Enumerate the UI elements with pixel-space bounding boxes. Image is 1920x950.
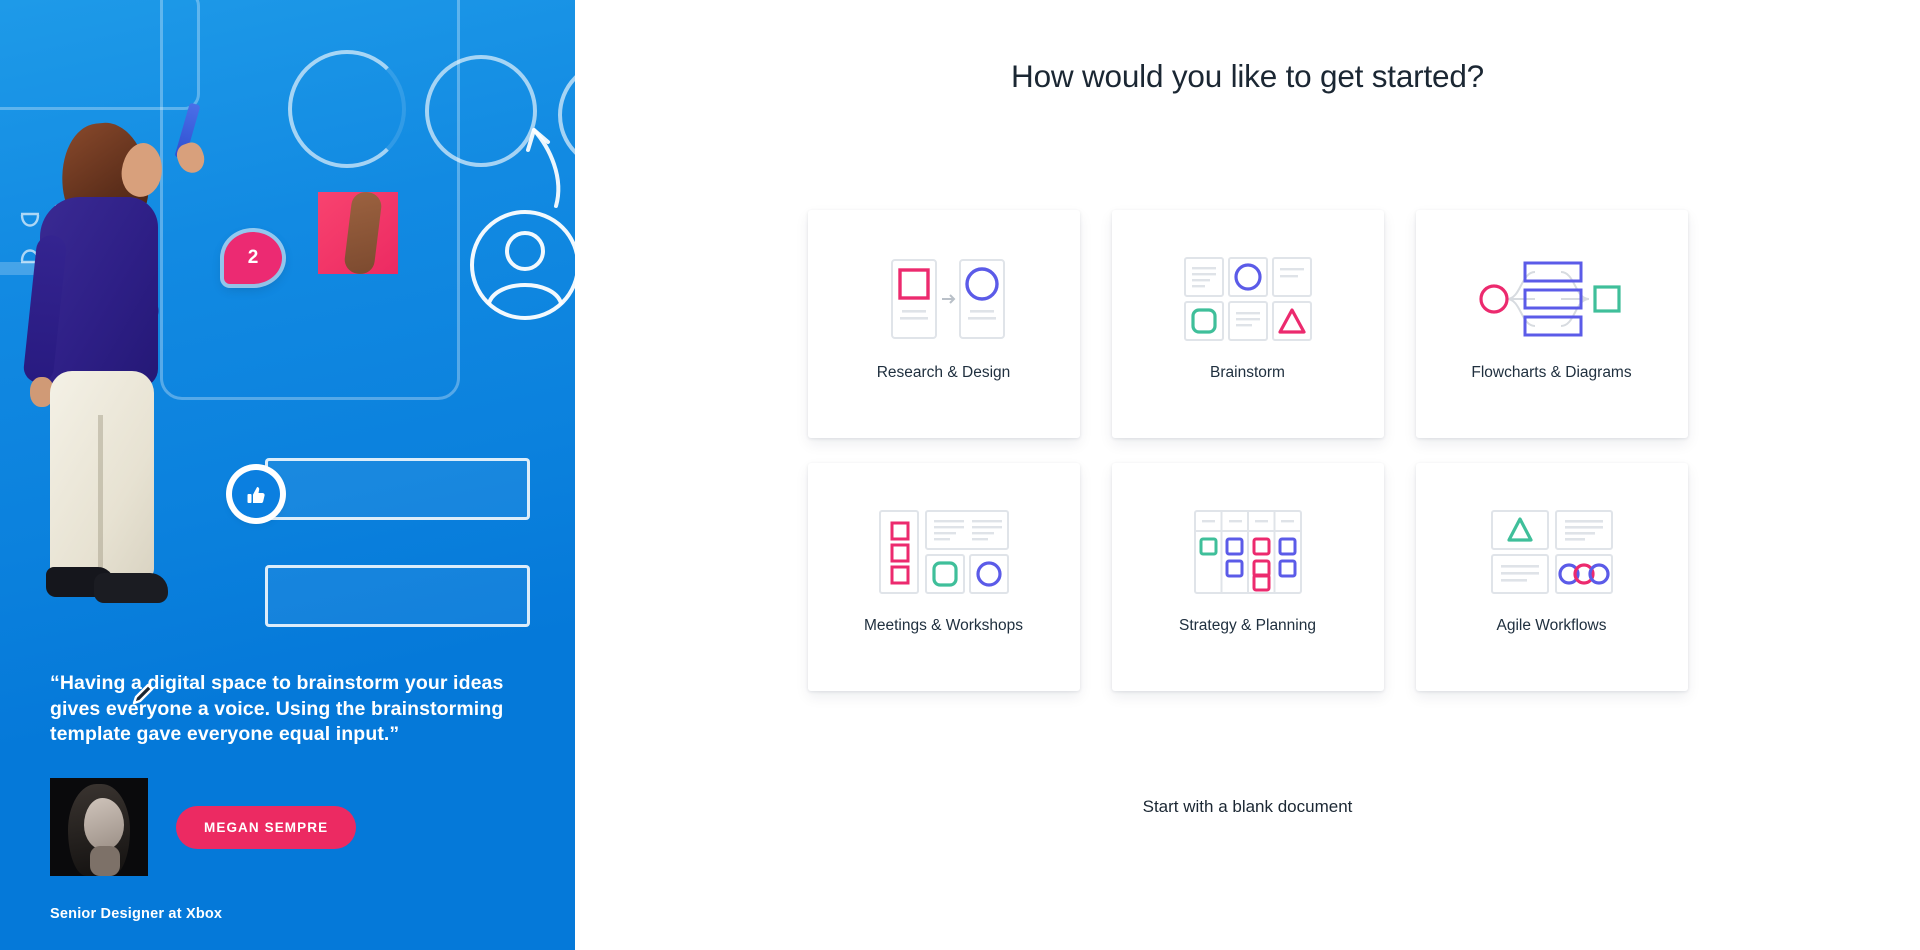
hero-panel: 2 “Having a digital space to brainstorm … (0, 0, 575, 950)
whiteboard-rectangle (265, 565, 530, 627)
author-role: Senior Designer at Xbox (50, 906, 223, 922)
template-card-label: Research & Design (876, 364, 1011, 381)
research-design-icon (874, 256, 1014, 342)
author-avatar (50, 778, 148, 876)
comment-count-badge: 2 (224, 232, 282, 284)
template-cards-row: Research & Design Brainstorm Flowcharts … (807, 210, 1688, 438)
thumbs-up-badge (232, 470, 280, 518)
agile-icon (1490, 509, 1614, 595)
start-blank-document-link[interactable]: Start with a blank document (575, 797, 1920, 817)
user-avatar-outline-icon (470, 210, 575, 320)
testimonial-author: MEGAN SEMPRE (50, 683, 525, 876)
template-card-strategy-planning[interactable]: Strategy & Planning (1111, 463, 1384, 691)
template-cards-grid: Research & Design Brainstorm Flowcharts … (807, 210, 1688, 691)
brainstorm-icon (1183, 256, 1313, 342)
template-card-label: Meetings & Workshops (863, 617, 1024, 634)
comment-count-value: 2 (247, 247, 259, 268)
template-card-research-design[interactable]: Research & Design (807, 210, 1080, 438)
meetings-icon (878, 509, 1010, 595)
template-card-brainstorm[interactable]: Brainstorm (1111, 210, 1384, 438)
person-illustration (6, 102, 209, 645)
template-picker-screen: 2 “Having a digital space to brainstorm … (0, 0, 1920, 950)
template-cards-row: Meetings & Workshops Strategy & Planning… (807, 463, 1688, 691)
page-title: How would you like to get started? (1011, 58, 1484, 94)
sketch-circle-icon (288, 50, 406, 168)
pencil-edit-icon (132, 683, 154, 704)
main-content: How would you like to get started? Resea… (575, 0, 1920, 950)
template-card-flowcharts-diagrams[interactable]: Flowcharts & Diagrams (1415, 210, 1688, 438)
testimonial-quote: “Having a digital space to brainstorm yo… (50, 671, 504, 746)
testimonial-block: “Having a digital space to brainstorm yo… (0, 671, 575, 950)
author-name-pill: MEGAN SEMPRE (176, 805, 357, 849)
template-card-label: Agile Workflows (1496, 617, 1607, 634)
strategy-icon (1193, 509, 1303, 595)
template-card-label: Flowcharts & Diagrams (1471, 364, 1632, 381)
sketch-arrow-icon (526, 128, 561, 208)
flowchart-icon (1477, 256, 1627, 342)
thumbs-up-icon (247, 486, 265, 503)
template-card-agile-workflows[interactable]: Agile Workflows (1415, 463, 1688, 691)
template-card-label: Brainstorm (1210, 364, 1285, 381)
template-card-meetings-workshops[interactable]: Meetings & Workshops (807, 463, 1080, 691)
whiteboard-rectangle (265, 458, 530, 520)
hero-illustration: 2 (0, 0, 575, 650)
template-card-label: Strategy & Planning (1178, 617, 1316, 634)
